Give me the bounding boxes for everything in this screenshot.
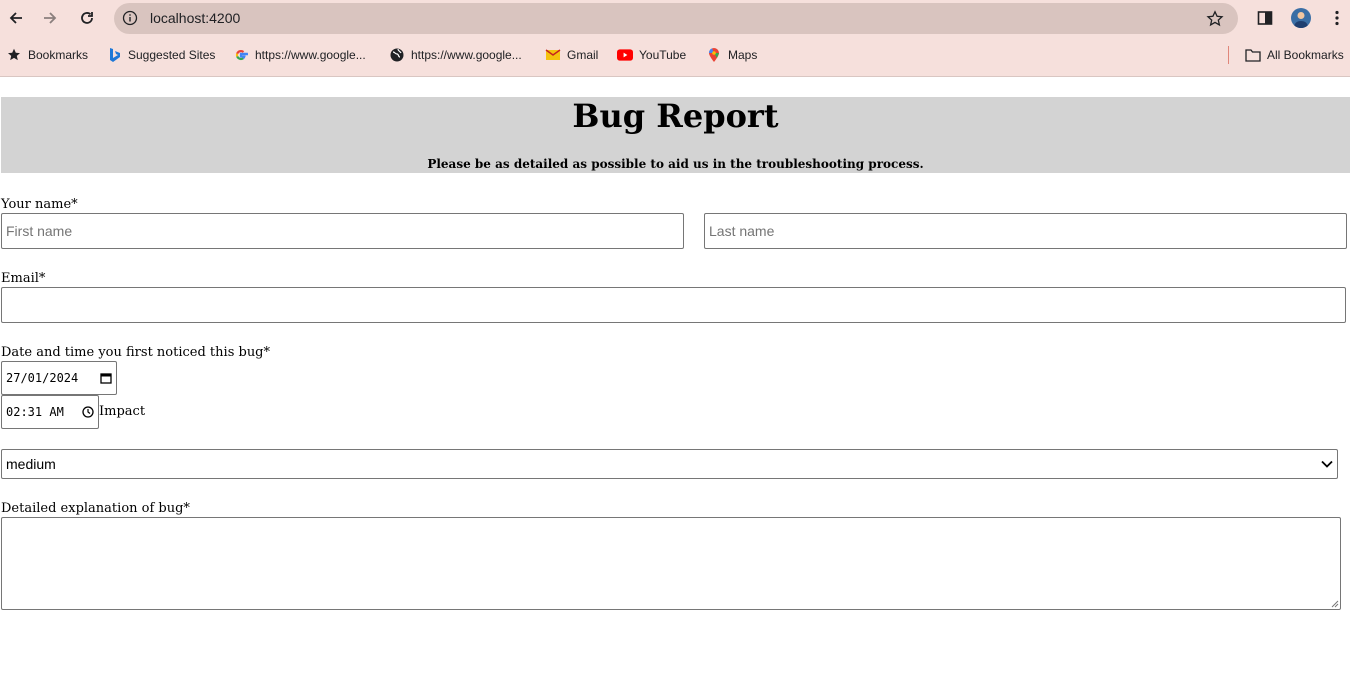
reload-button[interactable] — [75, 6, 99, 30]
first-name-input[interactable]: First name — [1, 213, 684, 249]
bookmark-label: YouTube — [639, 48, 687, 62]
side-panel-icon — [1257, 11, 1273, 25]
back-button[interactable] — [4, 6, 28, 30]
bookmark-label: https://www.google... — [255, 48, 366, 62]
page-header: Bug Report Please be as detailed as poss… — [1, 97, 1350, 173]
name-label: Your name* — [1, 197, 78, 212]
resize-handle-icon[interactable] — [1331, 600, 1339, 608]
kebab-menu-icon — [1335, 10, 1339, 26]
date-input[interactable]: 27/01/2024 — [1, 361, 117, 395]
bookmark-label: Bookmarks — [28, 48, 89, 62]
bookmarks-divider — [1228, 46, 1229, 64]
google-icon — [233, 47, 249, 63]
all-bookmarks-button[interactable]: All Bookmarks — [1245, 46, 1344, 64]
bookmark-maps[interactable]: Maps — [706, 46, 757, 64]
impact-select[interactable]: medium — [1, 449, 1338, 479]
bookmark-label: Maps — [728, 48, 758, 62]
impact-selected-value: medium — [6, 456, 56, 472]
url-text: localhost:4200 — [150, 10, 241, 26]
last-name-placeholder: Last name — [709, 223, 775, 239]
datetime-label: Date and time you first noticed this bug… — [1, 345, 271, 360]
last-name-input[interactable]: Last name — [704, 213, 1347, 249]
time-value: 02:31 AM — [6, 405, 64, 419]
back-arrow-icon — [9, 12, 22, 24]
bookmark-youtube[interactable]: YouTube — [617, 46, 686, 64]
bing-icon — [106, 47, 122, 63]
maps-icon — [706, 47, 722, 63]
chevron-down-icon — [1321, 460, 1333, 468]
browser-menu-button[interactable] — [1327, 8, 1347, 28]
forward-arrow-icon — [44, 12, 57, 24]
bookmark-label: Suggested Sites — [128, 48, 216, 62]
first-name-placeholder: First name — [6, 223, 73, 239]
bookmark-label: Gmail — [567, 48, 599, 62]
address-bar[interactable]: localhost:4200 — [114, 3, 1238, 34]
avatar-icon — [1294, 12, 1308, 28]
gmail-icon — [545, 47, 561, 63]
site-info-icon[interactable] — [122, 10, 138, 26]
browser-toolbar: localhost:4200 — [0, 0, 1350, 36]
bookmark-label: https://www.google... — [411, 48, 522, 62]
bookmark-star-icon[interactable] — [1206, 10, 1224, 28]
clock-icon[interactable] — [82, 406, 94, 418]
bookmark-google-2[interactable]: https://www.google... — [389, 46, 522, 64]
bookmark-google-1[interactable]: https://www.google... — [233, 46, 366, 64]
page-subtitle: Please be as detailed as possible to aid… — [427, 157, 924, 171]
browser-chrome: localhost:4200 Bookmarks Suggested Sites… — [0, 0, 1350, 77]
globe-icon — [389, 47, 405, 63]
youtube-icon — [617, 47, 633, 63]
reload-icon — [81, 12, 93, 24]
bookmark-bookmarks[interactable]: Bookmarks — [6, 46, 88, 64]
profile-avatar[interactable] — [1291, 8, 1311, 28]
side-panel-button[interactable] — [1255, 8, 1275, 28]
bookmark-suggested-sites[interactable]: Suggested Sites — [106, 46, 215, 64]
explanation-textarea[interactable] — [1, 517, 1341, 610]
email-label: Email* — [1, 271, 46, 286]
bookmarks-bar: Bookmarks Suggested Sites https://www.go… — [0, 42, 1350, 68]
forward-button[interactable] — [38, 6, 62, 30]
calendar-icon[interactable] — [100, 372, 112, 384]
page-title: Bug Report — [572, 97, 779, 135]
all-bookmarks-label: All Bookmarks — [1267, 48, 1344, 62]
star-icon — [6, 47, 22, 63]
folder-icon — [1245, 47, 1261, 63]
email-input[interactable] — [1, 287, 1346, 323]
time-input[interactable]: 02:31 AM — [1, 395, 99, 429]
explanation-label: Detailed explanation of bug* — [1, 501, 190, 516]
impact-label: Impact — [99, 404, 146, 419]
bookmark-gmail[interactable]: Gmail — [545, 46, 598, 64]
date-value: 27/01/2024 — [6, 371, 79, 385]
